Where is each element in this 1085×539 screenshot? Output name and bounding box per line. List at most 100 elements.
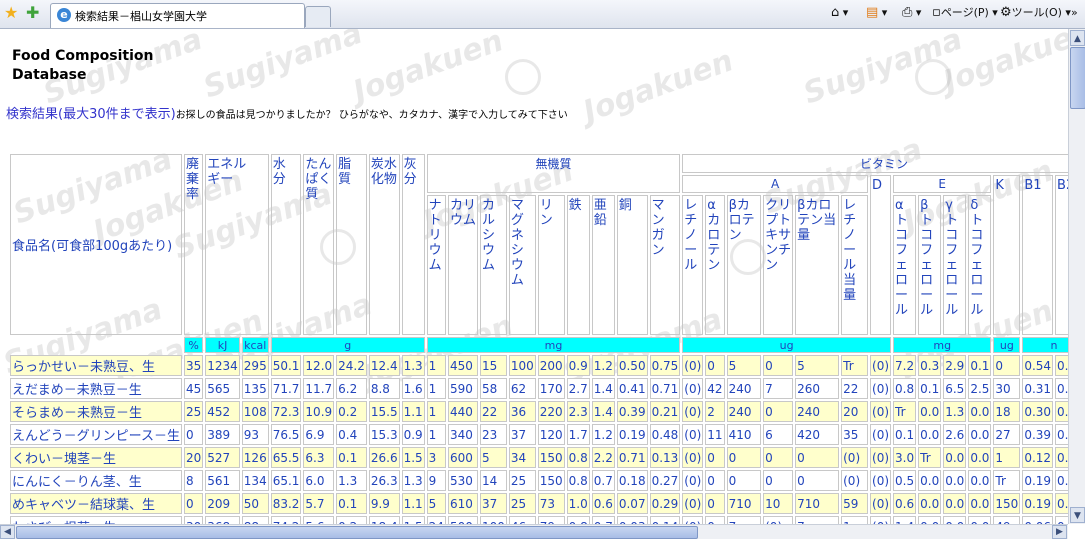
feeds-button[interactable]: ▤ ▾: [866, 5, 887, 21]
add-favorites-icon[interactable]: ✚: [26, 5, 39, 21]
horizontal-scroll-thumb[interactable]: [16, 526, 698, 539]
food-name-link[interactable]: わさび－根茎、生: [10, 516, 182, 524]
table-cell: (0): [682, 493, 704, 514]
rss-icon: ▤: [866, 5, 879, 20]
search-results-link[interactable]: 検索結果(最大30件まで表示): [6, 107, 176, 122]
table-cell: 59: [841, 493, 869, 514]
table-cell: 0.3: [918, 355, 942, 376]
table-cell: 71.7: [270, 378, 302, 399]
table-cell: 0.8: [893, 378, 917, 399]
food-name-link[interactable]: くわい－塊茎－生: [10, 447, 182, 468]
table-cell: 12.0: [303, 355, 335, 376]
table-cell: 50: [241, 493, 269, 514]
table-cell: 73: [537, 493, 565, 514]
browser-tab-bar: ★ ✚ e 検索結果－椙山女学園大学 ⌂ ▾ ▤ ▾ ⎙ ▾ ▫ページ(P) ▾…: [0, 0, 1085, 29]
table-cell: 0.39: [616, 401, 648, 422]
table-cell: 0.1: [893, 424, 917, 445]
browser-tab-active[interactable]: e 検索結果－椙山女学園大学: [50, 3, 305, 28]
table-row: そらまめ－未熟豆－生 25 452 108 72.3 10.9 0.2 15.5 1.1 1 440…: [10, 401, 1068, 422]
table-cell: 1: [993, 447, 1021, 468]
page-title-line1: Food Composition: [12, 48, 154, 64]
page-menu[interactable]: ▫ページ(P) ▾: [932, 5, 998, 21]
print-button[interactable]: ⎙ ▾: [902, 5, 921, 21]
vertical-scrollbar[interactable]: ▲ ▼: [1068, 29, 1085, 524]
unit-kj: kJ: [205, 337, 240, 353]
table-cell: 7: [763, 378, 794, 399]
new-tab-button[interactable]: [305, 6, 331, 27]
table-cell: 0.03: [616, 516, 648, 524]
table-row: わさび－根茎、生303688874.25.60.218.41.524500100…: [10, 516, 1068, 524]
scroll-down-arrow-icon[interactable]: ▼: [1070, 507, 1085, 523]
header-copper: 銅: [616, 195, 648, 335]
table-cell: 0.4: [336, 424, 367, 445]
food-name-link[interactable]: めキャベツ－結球葉、生: [10, 493, 182, 514]
scroll-left-arrow-icon[interactable]: ◀: [0, 525, 15, 539]
table-cell: 22: [841, 378, 869, 399]
header-potassium: カリウム: [447, 195, 478, 335]
table-row: えんどう－グリンピース－生 0 389 93 76.5 6.9 0.4 15.3 0.9 1 340…: [10, 424, 1068, 445]
table-cell: 0.8: [566, 447, 590, 468]
table-cell: 10: [763, 493, 794, 514]
table-cell: 37: [508, 424, 536, 445]
table-cell: 0.14: [649, 516, 681, 524]
scroll-up-arrow-icon[interactable]: ▲: [1070, 30, 1085, 46]
tools-menu[interactable]: ⚙ツール(O) ▾: [1000, 5, 1071, 21]
table-cell: 410: [726, 424, 762, 445]
table-cell: (0): [682, 424, 704, 445]
table-cell: (0): [682, 516, 704, 524]
table-cell: 0.2: [336, 401, 367, 422]
food-name-link[interactable]: えんどう－グリンピース－生: [10, 424, 182, 445]
table-cell: 65.1: [270, 470, 302, 491]
table-cell: 0.15: [1055, 516, 1068, 524]
table-cell: 120: [537, 424, 565, 445]
table-cell: 24.2: [336, 355, 367, 376]
header-water: 水分: [270, 154, 302, 335]
table-cell: 18: [993, 401, 1021, 422]
unit-ug-vit-a: ug: [682, 337, 892, 353]
scroll-right-arrow-icon[interactable]: ▶: [1052, 525, 1067, 539]
table-cell: 209: [205, 493, 240, 514]
watermark-text: Sugiyama: [799, 29, 968, 112]
table-cell: (0): [870, 378, 892, 399]
table-cell: Tr: [993, 470, 1021, 491]
vertical-scroll-thumb[interactable]: [1070, 47, 1085, 109]
table-cell: 1.4: [591, 401, 615, 422]
table-cell: 3: [426, 447, 446, 468]
table-cell: 7: [795, 516, 840, 524]
table-cell: 0.0: [943, 447, 967, 468]
table-cell: 88: [241, 516, 269, 524]
table-cell: 27: [993, 424, 1021, 445]
table-cell: 590: [447, 378, 478, 399]
favorites-star-icon[interactable]: ★: [4, 5, 18, 21]
home-button[interactable]: ⌂ ▾: [831, 5, 848, 21]
watermark-logo: [505, 59, 541, 95]
table-cell: 5: [726, 355, 762, 376]
table-cell: 0.07: [616, 493, 648, 514]
food-name-link[interactable]: らっかせい－未熟豆、生: [10, 355, 182, 376]
table-cell: 1.2: [591, 424, 615, 445]
horizontal-scrollbar[interactable]: ◀ ▶: [0, 524, 1068, 539]
table-cell: 710: [795, 493, 840, 514]
unit-mg-minerals: mg: [426, 337, 681, 353]
table-cell: 0.6: [893, 493, 917, 514]
table-cell: 35: [183, 355, 204, 376]
table-cell: 0.2: [336, 516, 367, 524]
unit-kcal: kcal: [241, 337, 269, 353]
toolbar-chevron[interactable]: »: [1071, 5, 1078, 21]
food-name-link[interactable]: にんにく－りん茎、生: [10, 470, 182, 491]
table-cell: 1.3: [943, 401, 967, 422]
food-name-link[interactable]: そらまめ－未熟豆－生: [10, 401, 182, 422]
food-name-link[interactable]: えだまめ－未熟豆－生: [10, 378, 182, 399]
table-cell: 0.19: [616, 424, 648, 445]
table-cell: 389: [205, 424, 240, 445]
table-cell: 0.8: [566, 470, 590, 491]
table-cell: 420: [795, 424, 840, 445]
table-cell: (0): [841, 470, 869, 491]
table-cell: 0.20: [1055, 401, 1068, 422]
table-cell: 200: [537, 355, 565, 376]
unit-percent: %: [183, 337, 204, 353]
page-title: Food Composition Database: [12, 47, 153, 85]
table-cell: 1: [426, 355, 446, 376]
table-cell: 5: [795, 355, 840, 376]
header-retinol-eq: レチノール当量: [841, 195, 869, 335]
